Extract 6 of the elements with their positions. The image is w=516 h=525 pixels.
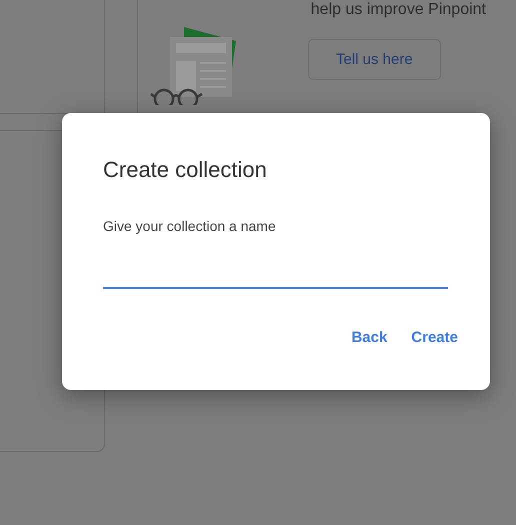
dialog-title: Create collection [103, 157, 268, 183]
feedback-text: help us improve Pinpoint [310, 1, 486, 19]
back-button[interactable]: Back [343, 323, 396, 352]
tell-us-here-button[interactable]: Tell us here [308, 39, 441, 80]
create-button[interactable]: Create [403, 323, 466, 352]
field-label: Give your collection a name [103, 218, 277, 234]
